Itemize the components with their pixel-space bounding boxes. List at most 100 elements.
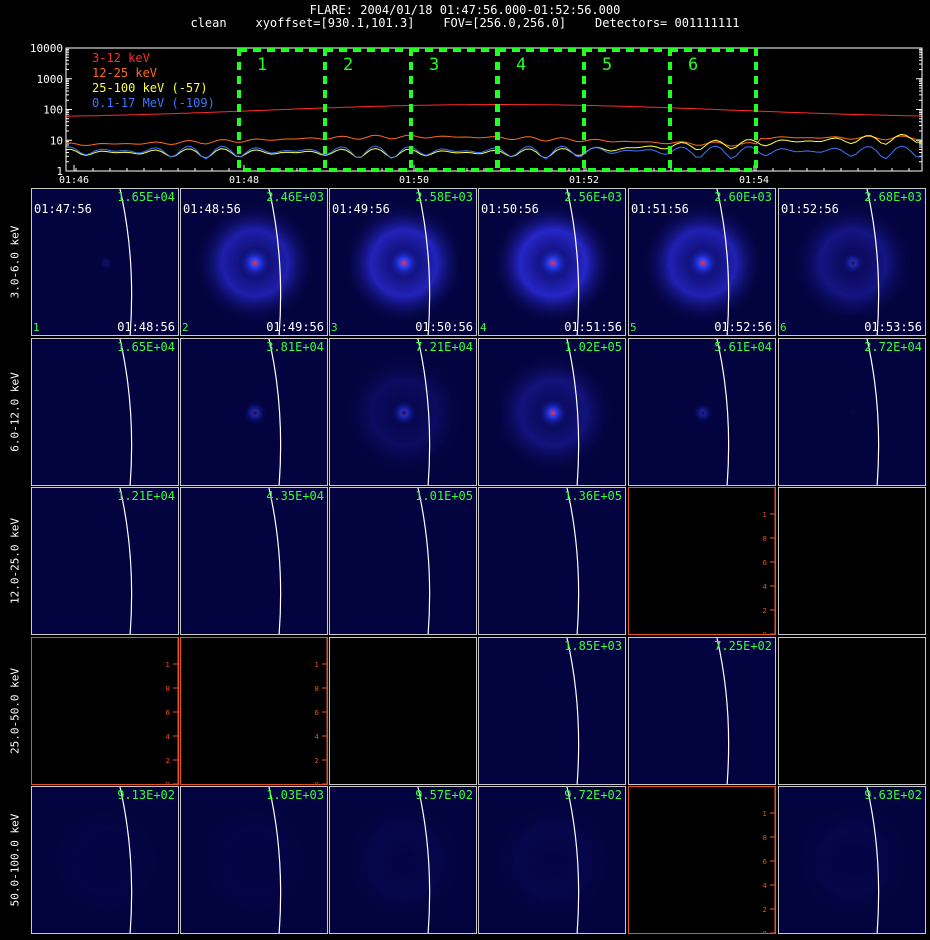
panel-max-value: 1.03E+03 <box>266 788 324 802</box>
panel-start-time: 01:49:56 <box>332 202 390 216</box>
rhessi-image-panel: 2.72E+04 <box>778 338 926 486</box>
plot-subtitle: clean xyoffset=[930.1,101.3] FOV=[256.0,… <box>190 16 740 30</box>
empty-axis-tick: 1 <box>166 661 170 669</box>
emission-core <box>243 401 267 425</box>
energy-row-label: 50.0-100.0 keV <box>0 786 30 934</box>
panel-start-time: 01:52:56 <box>781 202 839 216</box>
legend-entry: 25-100 keV (-57) <box>92 81 208 95</box>
rhessi-image-panel: 1.03E+03 <box>180 786 328 934</box>
emission-ring <box>195 801 315 921</box>
x-tick-label: 01:52 <box>569 175 599 186</box>
curve-12-25kev <box>65 134 922 147</box>
panel-end-time: 01:49:56 <box>266 320 324 334</box>
energy-row-label-text: 3.0-6.0 keV <box>8 225 22 299</box>
panel-max-value: 1.21E+04 <box>117 489 175 503</box>
empty-axis-tick: 6 <box>763 858 768 866</box>
lightcurve-plot: 10000 1000 100 10 1 01:46 01:48 01:50 01:52 01:54… <box>30 42 923 186</box>
empty-axis-tick: 0 <box>763 930 767 934</box>
empty-axis-tick: 6 <box>315 709 320 717</box>
panel-max-value: 1.85E+03 <box>564 639 622 653</box>
y-tick-label: 1000 <box>37 73 64 86</box>
solar-limb-arc <box>119 339 133 485</box>
solar-limb-arc <box>566 638 580 784</box>
empty-image-panel: 0 2 4 6 8 1 <box>180 637 328 785</box>
emission-ring <box>493 801 613 921</box>
rhessi-image-panel: 3.81E+04 <box>180 338 328 486</box>
empty-axis-tick: 0 <box>763 631 767 635</box>
curve-0.1-17mev <box>65 145 922 160</box>
panel-max-value: 9.63E+02 <box>864 788 922 802</box>
rhessi-image-panel: 2.58E+03 01:49:56 01:50:56 3 <box>329 188 477 336</box>
panel-index: 3 <box>331 321 338 334</box>
empty-axis-tick: 2 <box>763 906 767 914</box>
rhessi-image-panel: 1.36E+05 <box>478 487 626 635</box>
panel-index: 4 <box>480 321 487 334</box>
solar-limb-arc <box>119 488 133 634</box>
empty-axis-tick: 6 <box>166 709 171 717</box>
panel-max-value: 1.65E+04 <box>117 190 175 204</box>
empty-image-panel: 0 2 4 6 8 1 <box>628 487 776 635</box>
panel-max-value: 9.57E+02 <box>415 788 473 802</box>
panel-max-value: 7.21E+04 <box>415 340 473 354</box>
interval-box <box>668 48 758 172</box>
solar-limb-arc <box>119 189 133 335</box>
empty-axis-tick: 8 <box>763 535 767 543</box>
panel-end-time: 01:48:56 <box>117 320 175 334</box>
empty-axis-tick: 1 <box>763 810 767 818</box>
panel-max-value: 1.65E+04 <box>117 340 175 354</box>
rhessi-image-panel: 2.46E+03 01:48:56 01:49:56 2 <box>180 188 328 336</box>
rhessi-image-panel: 1.65E+04 01:47:56 01:48:56 1 <box>31 188 179 336</box>
empty-axis-tick: 4 <box>763 882 768 890</box>
panel-max-value: 7.25E+02 <box>714 639 772 653</box>
emission-ring <box>344 801 464 921</box>
x-tick-label: 01:54 <box>739 175 769 186</box>
emission-core <box>536 246 570 280</box>
panel-end-time: 01:52:56 <box>714 320 772 334</box>
rhessi-image-panel: 2.60E+03 01:51:56 01:52:56 5 <box>628 188 776 336</box>
panel-end-time: 01:50:56 <box>415 320 473 334</box>
x-tick-label: 01:50 <box>399 175 429 186</box>
rhessi-image-panel: 1.21E+04 <box>31 487 179 635</box>
emission-core <box>238 246 272 280</box>
solar-limb-arc <box>716 339 730 485</box>
empty-image-panel: 0 2 4 6 8 1 <box>628 786 776 934</box>
empty-axis-tick: 8 <box>166 685 170 693</box>
panel-start-time: 01:47:56 <box>34 202 92 216</box>
interval-label: 4 <box>516 55 526 75</box>
emission-core <box>693 403 713 423</box>
solar-limb-arc <box>866 339 880 485</box>
panel-start-time: 01:51:56 <box>631 202 689 216</box>
empty-axis-tick: 6 <box>763 559 768 567</box>
rhessi-image-panel: 2.56E+03 01:50:56 01:51:56 4 <box>478 188 626 336</box>
legend-entry: 12-25 keV <box>92 66 157 80</box>
emission-ring <box>46 801 166 921</box>
empty-axis-tick: 1 <box>763 511 767 519</box>
interval-label: 2 <box>343 55 353 75</box>
blank-image-panel <box>329 637 477 785</box>
panel-max-value: 2.56E+03 <box>564 190 622 204</box>
legend-entry: 0.1-17 MeV (-109) <box>92 96 215 110</box>
panel-end-time: 01:51:56 <box>564 320 622 334</box>
emission-core <box>849 409 857 417</box>
blank-image-panel <box>778 487 926 635</box>
panel-max-value: 1.36E+05 <box>564 489 622 503</box>
y-tick-label: 100 <box>43 104 63 117</box>
solar-limb-arc <box>268 488 282 634</box>
energy-row-label: 25.0-50.0 keV <box>0 637 30 785</box>
emission-core <box>537 397 569 429</box>
solar-limb-arc <box>716 638 730 784</box>
panel-max-value: 2.60E+03 <box>714 190 772 204</box>
empty-axis-tick: 2 <box>315 757 319 765</box>
empty-image-panel: 0 2 4 6 8 1 <box>31 637 179 785</box>
panel-max-value: 2.58E+03 <box>415 190 473 204</box>
empty-axis-tick: 2 <box>763 607 767 615</box>
rhessi-image-panel: 9.63E+02 <box>778 786 926 934</box>
panel-max-value: 4.35E+04 <box>266 489 324 503</box>
panel-index: 2 <box>182 321 189 334</box>
emission-core <box>99 256 113 270</box>
empty-axis-tick: 0 <box>315 781 319 785</box>
x-tick-label: 01:48 <box>229 175 259 186</box>
solar-limb-arc <box>417 488 431 634</box>
energy-row-label: 12.0-25.0 keV <box>0 487 30 635</box>
interval-box <box>409 48 499 172</box>
